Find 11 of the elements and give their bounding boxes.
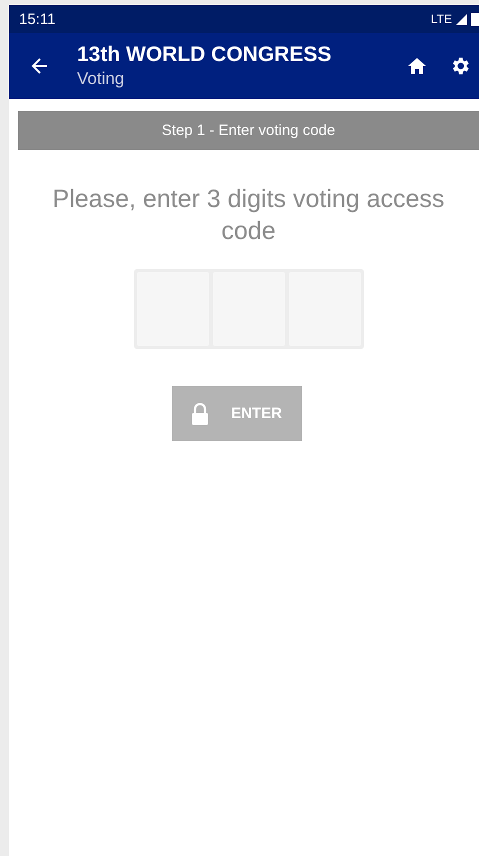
app-subtitle: Voting (77, 68, 126, 90)
signal-icon (455, 12, 468, 26)
battery-icon (471, 12, 479, 26)
lock-icon (191, 402, 210, 424)
step-banner: Step 1 - Enter voting code (18, 111, 479, 150)
back-arrow-icon (31, 57, 49, 75)
network-label: LTE (430, 12, 452, 26)
app-title: 13th WORLD CONGRESS (77, 42, 332, 68)
prompt-text: Please, enter 3 digits voting access code (52, 184, 446, 247)
status-time: 15:11 (19, 10, 56, 28)
home-icon (407, 57, 427, 75)
